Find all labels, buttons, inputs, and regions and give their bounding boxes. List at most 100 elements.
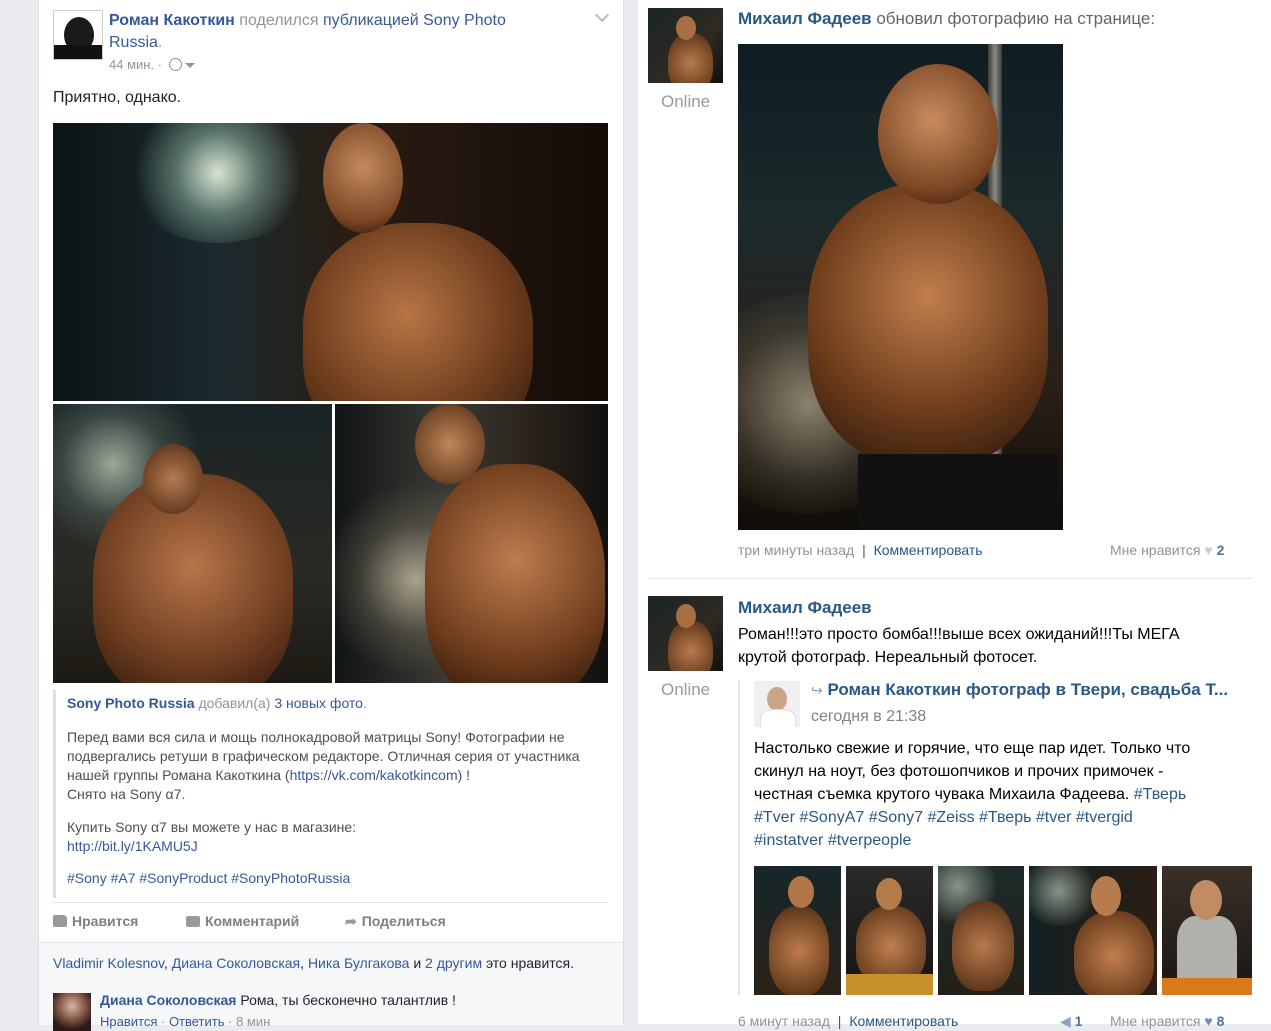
share-arrow-icon: ➦ <box>345 913 357 929</box>
post1-like-count: 2 <box>1216 542 1225 558</box>
share-action[interactable]: ➦ Поделиться <box>345 913 446 930</box>
author-avatar[interactable] <box>53 10 103 60</box>
likes-sep-1: , <box>164 955 168 971</box>
repost-text: Настолько свежие и горячие, что еще пар … <box>754 737 1190 852</box>
share-label: Поделиться <box>361 913 446 929</box>
repost-author-avatar[interactable] <box>754 681 800 727</box>
post1-online-status: Online <box>661 92 711 111</box>
repost-text-line-2: скинул на ноут, без фотошопчиков и прочи… <box>754 763 1164 780</box>
post2-time[interactable]: 6 минут назад <box>738 1013 830 1029</box>
commenter-name-link[interactable]: Диана Соколовская <box>100 992 236 1008</box>
desc-line-4: Снято на Sony α7. <box>67 786 186 802</box>
post2-comment-link[interactable]: Комментировать <box>849 1013 958 1029</box>
buy-text: Купить Sony α7 вы можете у нас в магазин… <box>67 819 357 835</box>
post2-like-button[interactable]: Мне нравится ♥ 8 <box>1110 1013 1224 1029</box>
heart-icon: ♥ <box>1204 1013 1213 1029</box>
commenter-avatar[interactable] <box>53 993 91 1031</box>
post-time[interactable]: 44 мин. · <box>109 57 162 72</box>
post1-header: Михаил Фадеев обновил фотографию на стра… <box>738 9 1155 29</box>
likes-and: и <box>413 955 422 971</box>
post-text: Приятно, однако. <box>53 89 182 106</box>
privacy-dropdown-caret-icon[interactable] <box>185 63 196 68</box>
desc-line-3-text: нашей группы Романа Какоткина ( <box>67 767 290 783</box>
post-photo-bottom-right[interactable] <box>335 404 608 683</box>
repost-border <box>738 680 740 995</box>
post2-author-link[interactable]: Михаил Фадеев <box>738 598 872 618</box>
post-meta: 44 мин. · <box>109 57 196 72</box>
post2-author-avatar[interactable] <box>648 596 723 671</box>
author-name-link[interactable]: Роман Какоткин <box>109 12 235 29</box>
new-photos-link[interactable]: 3 новых фото <box>274 695 363 711</box>
hashtags-link[interactable]: #Sony #A7 #SonyProduct #SonyPhotoRussia <box>67 870 350 886</box>
post-photo-bottom-left[interactable] <box>53 404 332 683</box>
header-dot: . <box>362 695 367 711</box>
repost-thumb-2[interactable] <box>846 866 933 995</box>
added-label: добавил(а) <box>198 695 271 711</box>
repost-thumb-1[interactable] <box>754 866 841 995</box>
post1-author-link[interactable]: Михаил Фадеев <box>738 9 872 28</box>
buy-block: Купить Sony α7 вы можете у нас в магазин… <box>67 818 356 856</box>
comment-reply-link[interactable]: Ответить <box>169 1014 225 1029</box>
post1-sep: | <box>862 542 866 558</box>
globe-icon[interactable] <box>168 58 182 71</box>
post2-footer: 6 минут назад | Комментировать <box>738 1013 958 1029</box>
post2-text: Роман!!!это просто бомба!!!выше всех ожи… <box>738 623 1180 669</box>
comment-bubble-icon <box>186 916 200 927</box>
liker-link-1[interactable]: Vladimir Kolesnov <box>53 955 164 971</box>
hashtags-line-5[interactable]: #instatver #tverpeople <box>754 829 1190 852</box>
likes-sep-2: , <box>300 955 305 971</box>
post-photo-large[interactable] <box>53 123 608 401</box>
post1-comment-link[interactable]: Комментировать <box>874 542 983 558</box>
post2-like-label: Мне нравится <box>1110 1013 1201 1029</box>
repost-time[interactable]: сегодня в 21:38 <box>811 708 926 726</box>
post1-like-label: Мне нравится <box>1110 542 1201 558</box>
heart-icon: ♥ <box>1204 542 1213 558</box>
others-link[interactable]: 2 другим <box>425 955 482 971</box>
shared-description: Перед вами вся сила и мощь полнокадровой… <box>67 728 612 804</box>
post1-profile-photo[interactable] <box>738 44 1063 530</box>
sony-photo-russia-link[interactable]: Sony Photo Russia <box>67 695 195 711</box>
vk-profile-link[interactable]: https://vk.com/kakotkincom <box>290 767 458 783</box>
desc-line-2: подвергались ретуши в графическом редакт… <box>67 748 580 764</box>
like-action[interactable]: Нравится <box>53 913 138 929</box>
repost-thumb-3[interactable] <box>938 866 1024 995</box>
hashtags-line-4[interactable]: #Tver #SonyA7 #Sony7 #Zeiss #Тверь #tver… <box>754 806 1190 829</box>
shared-content-box: Sony Photo Russia добавил(а) 3 новых фот… <box>53 690 611 898</box>
comment-label: Комментарий <box>205 913 300 929</box>
post1-author-avatar[interactable] <box>648 8 723 83</box>
shared-label: поделился <box>239 12 319 29</box>
repost-text-line-1: Настолько свежие и горячие, что еще пар … <box>754 740 1191 757</box>
post2-share-button[interactable]: ◀ 1 <box>1060 1013 1082 1030</box>
megaphone-icon: ◀ <box>1060 1013 1071 1029</box>
repost-thumb-5[interactable] <box>1162 866 1252 995</box>
post2-like-count: 8 <box>1216 1013 1225 1029</box>
divider <box>53 902 608 903</box>
comment-like-link[interactable]: Нравится <box>100 1014 157 1029</box>
post2-text-line-1: Роман!!!это просто бомба!!!выше всех ожи… <box>738 626 1180 643</box>
liker-link-3[interactable]: Ника Булгакова <box>308 955 410 971</box>
post1-time[interactable]: три минуты назад <box>738 542 854 558</box>
likes-tail: это нравится. <box>485 955 575 971</box>
thumbs-up-icon <box>53 915 67 927</box>
liker-link-2[interactable]: Диана Соколовская <box>172 955 300 971</box>
post1-footer: три минуты назад | Комментировать <box>738 542 983 558</box>
post-options-chevron-icon[interactable] <box>594 7 610 23</box>
post1-like-button[interactable]: Мне нравится ♥ 2 <box>1110 542 1224 558</box>
shared-end: . <box>157 34 163 51</box>
desc-line-1: Перед вами вся сила и мощь полнокадровой… <box>67 729 565 745</box>
post-header: Роман Какоткин поделился публикацией Son… <box>109 10 559 54</box>
repost-arrow-icon: ↪ <box>811 682 823 698</box>
post2-text-line-2: крутой фотограф. Нереальный фотосет. <box>738 649 1038 666</box>
hashtag-link[interactable]: #Тверь <box>1134 786 1186 803</box>
likes-summary: Vladimir Kolesnov, Диана Соколовская, Ни… <box>53 955 574 971</box>
repost-text-line-3: честная съемка крутого чувака Михаила Фа… <box>754 783 1190 806</box>
buy-link[interactable]: http://bit.ly/1KAMU5J <box>67 838 198 854</box>
repost-title: ↪ Роман Какоткин фотограф в Твери, свадь… <box>811 680 1228 700</box>
like-label: Нравится <box>72 913 139 929</box>
repost-thumb-4[interactable] <box>1029 866 1157 995</box>
post2-share-count: 1 <box>1074 1013 1083 1029</box>
repost-source-link[interactable]: Роман Какоткин фотограф в Твери, свадьба… <box>827 680 1228 699</box>
comment-text: Рома, ты бесконечно талантлив ! <box>240 992 456 1008</box>
comment-action[interactable]: Комментарий <box>186 913 299 929</box>
comment-actions: Нравится · Ответить · 8 мин <box>100 1014 271 1029</box>
